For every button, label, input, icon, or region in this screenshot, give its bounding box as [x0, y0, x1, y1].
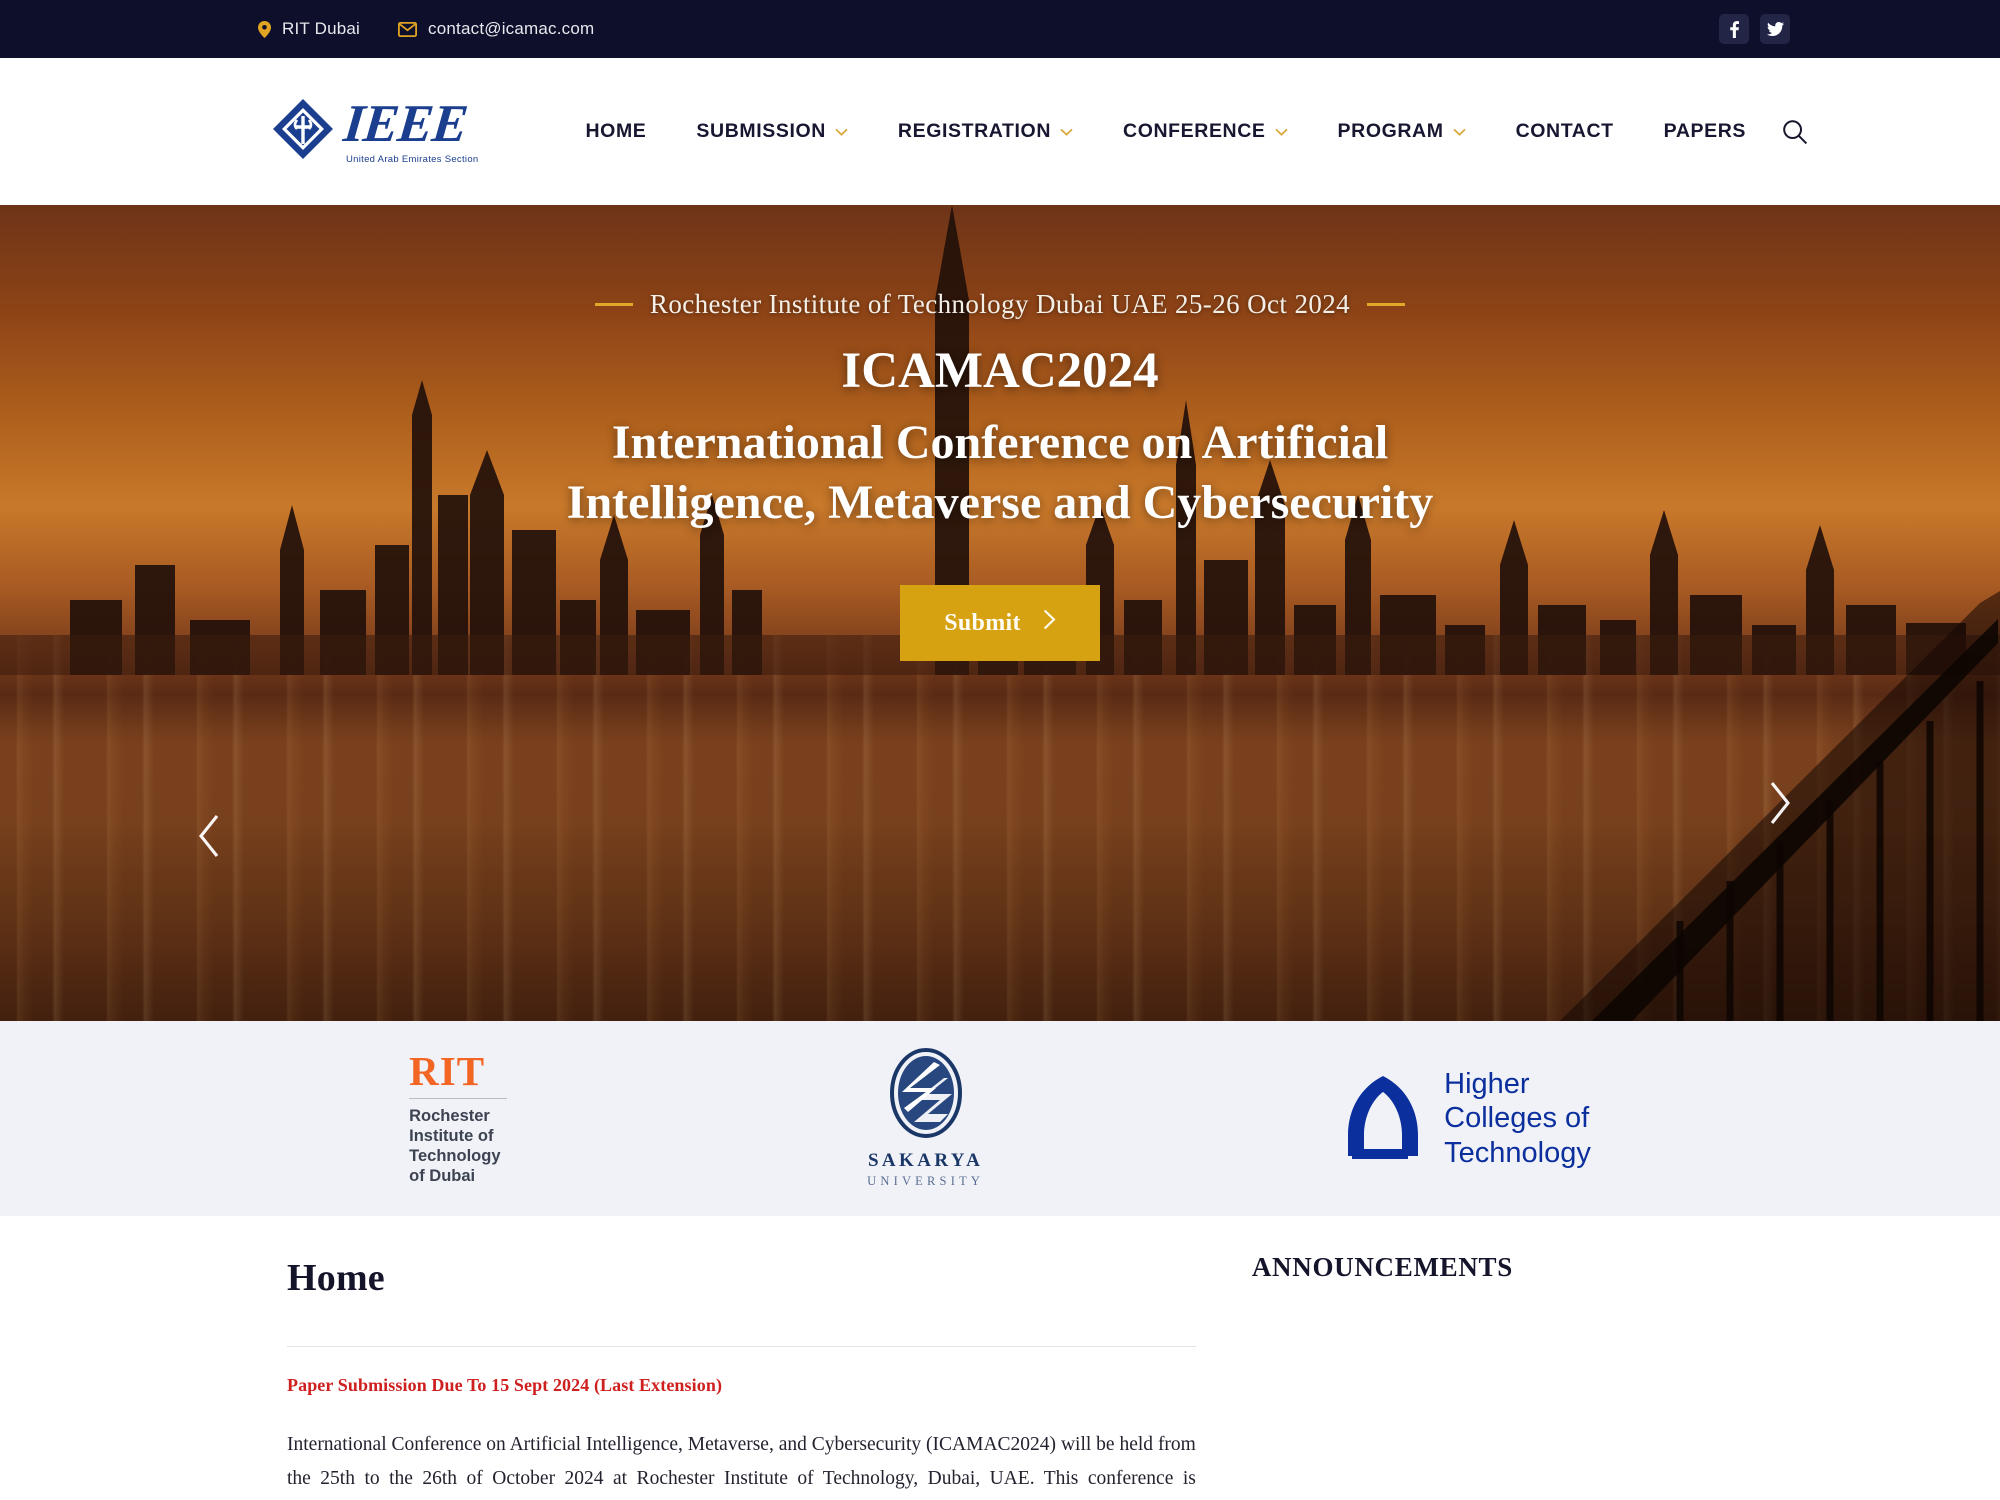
- chevron-down-icon: [1452, 128, 1466, 136]
- ieee-wordmark: IEEE: [341, 95, 470, 153]
- hero-eyebrow-text: Rochester Institute of Technology Dubai …: [649, 289, 1351, 319]
- topbar-location: RIT Dubai: [258, 19, 360, 39]
- rit-full-name: Rochester Institute of Technology of Dub…: [409, 1107, 501, 1186]
- rit-abbr: RIT: [409, 1047, 486, 1094]
- site-header: IEEE United Arab Emirates Section HOME S…: [0, 58, 2000, 205]
- eyebrow-dash-right: [1367, 303, 1406, 306]
- rit-divider: [409, 1097, 508, 1099]
- hero-eyebrow: Rochester Institute of Technology Dubai …: [0, 289, 2000, 320]
- submit-button-label: Submit: [944, 609, 1021, 636]
- chevron-right-icon: [1043, 609, 1056, 637]
- sakarya-emblem-icon: [889, 1048, 962, 1145]
- top-contact-bar: RIT Dubai contact@icamac.com: [0, 0, 2000, 58]
- nav-label: CONFERENCE: [1123, 120, 1266, 142]
- nav-label: REGISTRATION: [897, 120, 1052, 142]
- nav-label: PROGRAM: [1337, 120, 1444, 142]
- topbar-email[interactable]: contact@icamac.com: [398, 19, 594, 39]
- hct-name: Higher Colleges of Technology: [1444, 1068, 1591, 1169]
- ieee-logo[interactable]: IEEE United Arab Emirates Section: [270, 95, 479, 167]
- topbar-location-text: RIT Dubai: [282, 19, 361, 38]
- nav-label: CONTACT: [1515, 120, 1614, 142]
- map-pin-icon: [258, 20, 271, 38]
- chevron-down-icon: [835, 128, 848, 136]
- submit-button[interactable]: Submit: [900, 585, 1100, 661]
- deadline-notice: Paper Submission Due To 15 Sept 2024 (La…: [287, 1375, 723, 1395]
- hero-title: ICAMAC2024: [841, 343, 1159, 399]
- carousel-next-button[interactable]: [1766, 780, 1794, 831]
- chevron-down-icon: [1060, 128, 1073, 136]
- eyebrow-dash-left: [594, 303, 633, 306]
- sponsor-logo-strip: RIT Rochester Institute of Technology of…: [0, 1021, 2000, 1216]
- nav-item-contact[interactable]: CONTACT: [1491, 120, 1639, 143]
- envelope-icon: [398, 21, 418, 37]
- nav-item-registration[interactable]: REGISTRATION: [873, 120, 1098, 143]
- intro-paragraph: International Conference on Artificial I…: [287, 1434, 1196, 1489]
- topbar-contact-group: RIT Dubai contact@icamac.com: [258, 19, 594, 39]
- hero-content: Rochester Institute of Technology Dubai …: [0, 205, 2000, 661]
- page-title: Home: [287, 1257, 385, 1299]
- hero-subtitle: International Conference on Artificial I…: [566, 416, 1434, 529]
- sidebar-column: ANNOUNCEMENTS: [1252, 1216, 1714, 1500]
- nav-item-program[interactable]: PROGRAM: [1313, 120, 1491, 143]
- search-icon[interactable]: [1782, 119, 1808, 145]
- chevron-right-icon: [1766, 780, 1794, 831]
- nav-item-submission[interactable]: SUBMISSION: [671, 120, 873, 143]
- topbar-email-text: contact@icamac.com: [428, 19, 595, 38]
- hero-cta-wrapper: Submit: [0, 585, 2000, 661]
- nav-label: HOME: [585, 120, 647, 142]
- page-content: Home Paper Submission Due To 15 Sept 202…: [0, 1216, 2000, 1500]
- sponsor-hct[interactable]: Higher Colleges of Technology: [1344, 1067, 1591, 1170]
- hero-carousel: Rochester Institute of Technology Dubai …: [0, 205, 2000, 1021]
- hct-arch-icon: [1344, 1073, 1422, 1164]
- nav-label: PAPERS: [1663, 120, 1746, 142]
- facebook-icon[interactable]: [1719, 14, 1749, 44]
- nav-item-conference[interactable]: CONFERENCE: [1098, 120, 1313, 143]
- sakarya-title: SAKARYA: [867, 1150, 984, 1171]
- sponsor-rit[interactable]: RIT Rochester Institute of Technology of…: [409, 1047, 508, 1187]
- nav-item-papers[interactable]: PAPERS: [1639, 120, 1771, 143]
- nav-item-home[interactable]: HOME: [561, 120, 672, 143]
- sponsor-sakarya[interactable]: SAKARYA UNIVERSITY: [867, 1048, 984, 1189]
- main-column: Home Paper Submission Due To 15 Sept 202…: [287, 1216, 1196, 1500]
- social-links: [1719, 14, 1790, 44]
- nav-label: SUBMISSION: [696, 120, 826, 142]
- sakarya-subtitle: UNIVERSITY: [867, 1174, 985, 1188]
- twitter-icon[interactable]: [1760, 14, 1790, 44]
- chevron-down-icon: [1274, 128, 1288, 136]
- ieee-section-label: United Arab Emirates Section: [346, 154, 479, 165]
- announcements-heading: ANNOUNCEMENTS: [1251, 1252, 1513, 1282]
- chevron-left-icon: [195, 813, 223, 864]
- main-navigation: HOME SUBMISSION REGISTRATION CONFERENCE …: [561, 120, 1772, 143]
- content-divider: [287, 1346, 1196, 1347]
- ieee-diamond-icon: [270, 96, 336, 167]
- carousel-prev-button[interactable]: [195, 813, 223, 864]
